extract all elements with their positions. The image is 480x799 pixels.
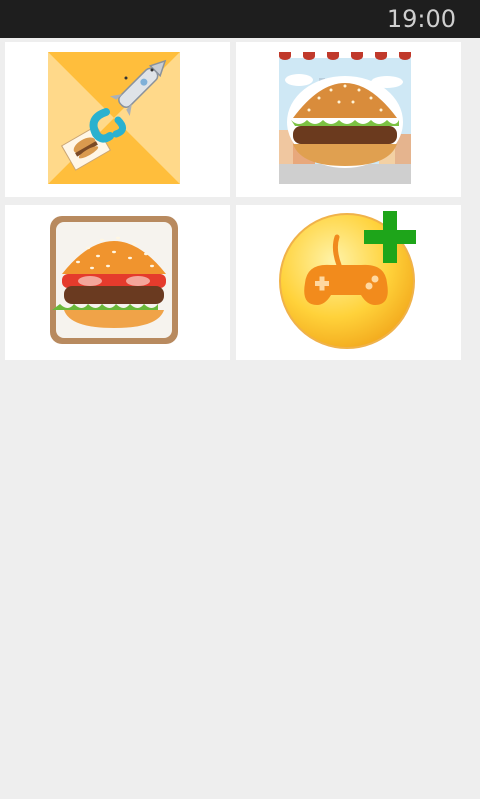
app-tile-burger-maker[interactable]	[5, 205, 230, 360]
app-tile-more-games[interactable]	[236, 205, 461, 360]
status-bar: 19:00	[0, 0, 480, 38]
burger-city-icon	[279, 52, 411, 184]
gamepad-plus-icon	[279, 211, 416, 349]
app-tile-rocket-burger[interactable]	[5, 42, 230, 197]
app-tile-burger-shop[interactable]	[236, 42, 461, 197]
status-time: 19:00	[386, 5, 456, 33]
rocket-burger-icon	[48, 52, 180, 184]
burger-icon	[50, 216, 178, 344]
